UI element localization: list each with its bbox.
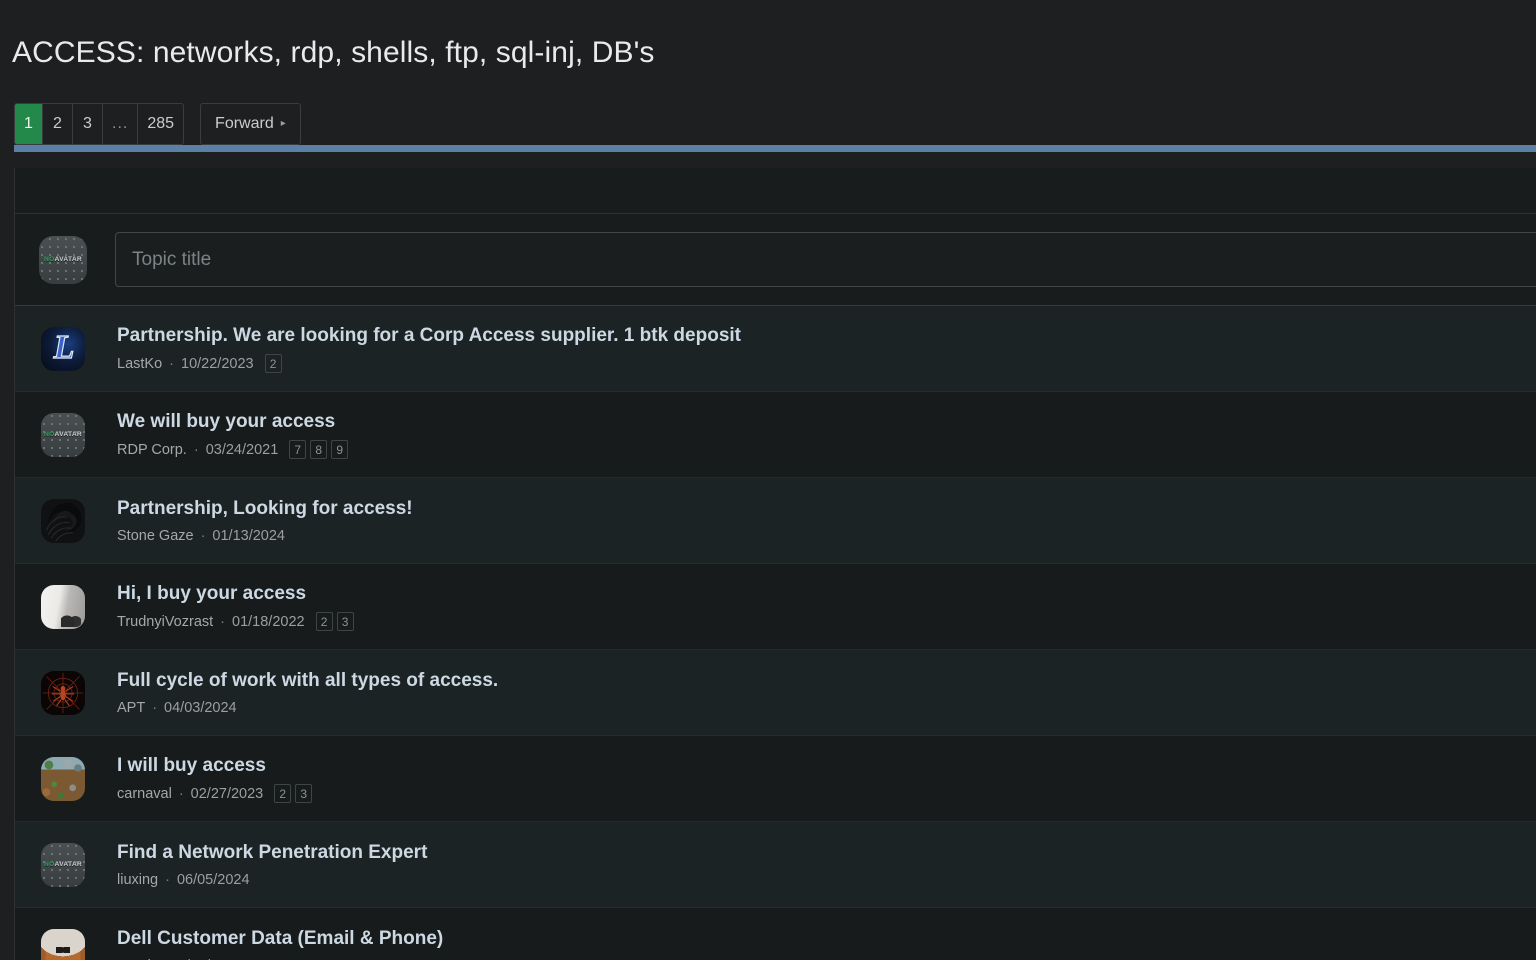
topic-date: 01/13/2024 [212, 527, 285, 544]
topic-author[interactable]: carnaval [117, 785, 172, 803]
no-avatar-label-no: NO [44, 861, 55, 869]
no-avatar-label-no: NO [44, 256, 55, 264]
topic-page-badge[interactable]: 7 [289, 440, 307, 460]
avatar[interactable] [41, 670, 85, 715]
letter-l-icon: L [53, 328, 75, 366]
topic-title-input[interactable] [115, 232, 1536, 288]
topic-meta: carnaval · 02/27/2023 2 3 [117, 784, 313, 804]
topic-list-header [15, 168, 1536, 215]
topic-date: 03/24/2021 [205, 441, 279, 458]
no-avatar-label-avatar: AVATAR [54, 861, 82, 869]
meta-separator: · [200, 527, 206, 544]
topic-author[interactable]: LastKo [117, 355, 162, 373]
avatar[interactable]: NOAVATAR [41, 842, 85, 887]
topic-page-badges: 789 [289, 440, 349, 460]
quick-topic-compose-row: NOAVATAR [15, 214, 1536, 307]
pagination-forward-button[interactable]: Forward ▸ [200, 103, 301, 146]
pagination-ellipsis: ... [103, 104, 139, 145]
pagination-page-3[interactable]: 3 [73, 104, 103, 145]
topic-meta: APT · 04/03/2024 [117, 699, 498, 717]
topic-main: Dell Customer Data (Email & Phone)Spud·0… [117, 927, 443, 960]
swirl-icon [41, 499, 85, 543]
topic-page-badge[interactable]: 2 [274, 784, 292, 804]
topic-main: Full cycle of work with all types of acc… [117, 669, 498, 717]
topic-meta: RDP Corp. · 03/24/2021 7 8 9 [117, 440, 349, 460]
pagination-page-2[interactable]: 2 [43, 104, 73, 145]
section-accent-bar [14, 145, 1536, 153]
topic-row[interactable]: Hi, I buy your access TrudnyiVozrast · 01/1… [15, 564, 1536, 651]
topic-title-link[interactable]: Hi, I buy your access [117, 582, 354, 606]
topic-meta: Stone Gaze · 01/13/2024 [117, 527, 413, 545]
topic-main: Hi, I buy your access TrudnyiVozrast · 01/1… [117, 582, 354, 632]
topic-row[interactable]: Dell Customer Data (Email & Phone)Spud·0… [15, 908, 1536, 960]
topic-row[interactable]: NOAVATAR We will buy your access RDP Corp.… [15, 392, 1536, 479]
topic-page-badge[interactable]: 3 [295, 784, 313, 804]
topic-meta: TrudnyiVozrast · 01/18/2022 2 3 [117, 612, 354, 632]
topic-page-badges: 23 [315, 612, 354, 632]
topic-title-link[interactable]: I will buy access [117, 754, 312, 778]
topic-page-badge[interactable]: 2 [315, 612, 333, 632]
topic-list-panel: NOAVATAR LPartnership. We are looking fo… [14, 168, 1536, 960]
topic-page-badge[interactable]: 9 [331, 440, 349, 460]
topic-title-link[interactable]: Partnership, Looking for access! [117, 497, 413, 521]
avatar[interactable] [41, 928, 85, 960]
topic-main: We will buy your access RDP Corp. · 03/24/2… [117, 410, 349, 460]
avatar[interactable] [41, 498, 85, 543]
meta-separator: · [169, 355, 174, 372]
topic-main: Find a Network Penetration Expert liuxing… [117, 841, 427, 889]
meta-separator: · [178, 785, 184, 802]
avatar: NOAVATAR [39, 235, 87, 284]
topic-row[interactable]: L Partnership. We are looking for a Corp … [15, 306, 1536, 393]
topic-title-link[interactable]: Dell Customer Data (Email & Phone) [117, 927, 443, 951]
meta-separator: · [152, 699, 158, 716]
topic-meta: LastKo · 10/22/2023 2 [117, 354, 741, 374]
topic-main: Partnership, Looking for access! Stone Ga… [117, 497, 413, 545]
topic-main: Partnership. We are looking for a Corp A… [117, 324, 741, 374]
topic-date: 01/18/2022 [232, 613, 305, 630]
avatar[interactable] [41, 756, 85, 801]
avatar[interactable] [41, 584, 85, 629]
topic-date: 02/27/2023 [190, 785, 264, 802]
chevron-right-icon: ▸ [280, 118, 286, 130]
spider-web-icon [41, 671, 85, 715]
no-avatar-label-no: NO [44, 431, 55, 439]
meta-separator: · [220, 613, 226, 630]
topic-main: I will buy access carnaval · 02/27/2023 2 3 [117, 754, 313, 804]
pagination: 1 2 3... 285 Forward ▸ [0, 92, 1536, 146]
topic-row[interactable]: Partnership, Looking for access! Stone Ga… [15, 478, 1536, 565]
topic-row[interactable]: NOAVATAR Find a Network Penetration Exper… [15, 822, 1536, 909]
topic-meta: liuxing · 06/05/2024 [117, 871, 427, 889]
topic-page-badges: 23 [274, 784, 313, 804]
topic-title-link[interactable]: Full cycle of work with all types of acc… [117, 669, 498, 693]
topic-page-badge[interactable]: 8 [310, 440, 328, 460]
topic-author[interactable]: APT [117, 699, 145, 717]
no-avatar-label-avatar: AVATAR [54, 256, 82, 264]
topic-row[interactable]: I will buy access carnaval · 02/27/2023 2 3 [15, 736, 1536, 823]
avatar[interactable]: L [41, 326, 85, 371]
pagination-page-285[interactable]: 285 [138, 104, 183, 144]
topic-title-link[interactable]: Find a Network Penetration Expert [117, 841, 427, 865]
topic-author[interactable]: liuxing [117, 871, 158, 889]
meta-separator: · [193, 441, 199, 458]
topic-author[interactable]: RDP Corp. [117, 441, 187, 459]
topic-date: 06/05/2024 [176, 871, 250, 888]
pagination-pages: 1 2 3... 285 [14, 103, 185, 146]
no-avatar-label-avatar: AVATAR [54, 431, 82, 439]
topic-row[interactable]: Full cycle of work with all types of acc… [15, 650, 1536, 737]
topic-page-badge[interactable]: 3 [336, 612, 354, 632]
pagination-page-1[interactable]: 1 [15, 104, 43, 145]
topic-page-badges: 2 [264, 354, 282, 374]
topic-date: 10/22/2023 [181, 355, 254, 372]
topic-author[interactable]: TrudnyiVozrast [117, 613, 213, 631]
topic-date: 04/03/2024 [164, 699, 237, 716]
topic-title-link[interactable]: We will buy your access [117, 410, 348, 434]
meta-separator: · [165, 871, 170, 888]
topic-author[interactable]: Stone Gaze [117, 527, 194, 545]
topic-page-badge[interactable]: 2 [264, 354, 282, 374]
page-title: ACCESS: networks, rdp, shells, ftp, sql-… [12, 36, 655, 70]
topic-title-link[interactable]: Partnership. We are looking for a Corp A… [117, 324, 741, 348]
avatar[interactable]: NOAVATAR [41, 412, 85, 457]
pagination-forward-label: Forward [215, 115, 274, 133]
